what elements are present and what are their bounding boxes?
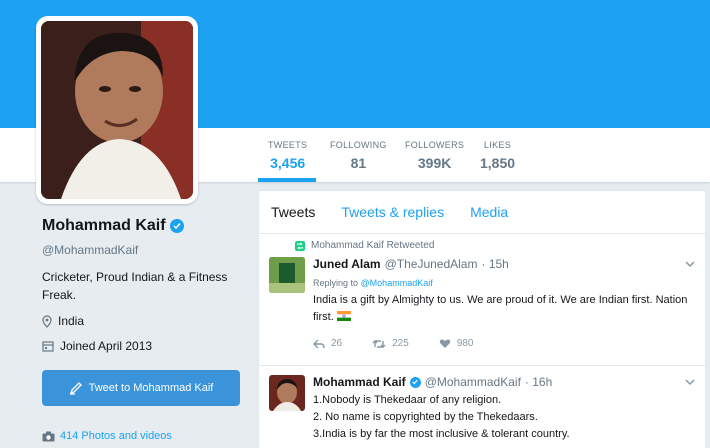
india-flag-icon xyxy=(336,311,351,321)
profile-avatar[interactable] xyxy=(36,16,198,204)
avatar-photo xyxy=(41,21,193,199)
profile-location: India xyxy=(42,314,84,328)
tweet-author-name[interactable]: Mohammad Kaif xyxy=(313,375,406,389)
stat-likes[interactable]: LIKES 1,850 xyxy=(480,140,515,171)
like-count: 980 xyxy=(456,338,474,349)
reply-count: 26 xyxy=(331,338,343,349)
tweet-text-line: 3.India is by far the most inclusive & t… xyxy=(313,428,570,440)
replying-prefix: Replying to xyxy=(313,278,359,288)
compose-icon xyxy=(69,382,82,395)
location-pin-icon xyxy=(42,314,52,328)
tab-media[interactable]: Media xyxy=(470,204,508,220)
like-action[interactable]: 980 xyxy=(439,338,474,349)
chevron-down-icon[interactable] xyxy=(685,377,695,387)
verified-badge-icon xyxy=(409,376,421,388)
tweet-text-line: India is a gift by Almighty to us. We ar… xyxy=(313,294,688,306)
stat-label: LIKES xyxy=(484,140,512,150)
stat-label: FOLLOWERS xyxy=(405,140,465,150)
retweet-action[interactable]: 225 xyxy=(372,338,409,349)
timeline-tabs: Tweets Tweets & replies Media xyxy=(259,191,705,234)
tweet-text-line: first. xyxy=(313,311,334,323)
tweet-author-handle[interactable]: @TheJunedAlam xyxy=(385,257,478,271)
reply-icon xyxy=(313,339,325,348)
tweet-header: Mohammad Kaif @MohammadKaif · 16h xyxy=(313,375,552,389)
timeline: Tweets Tweets & replies Media Mohammad K… xyxy=(258,190,706,448)
tweet-header: Juned Alam @TheJunedAlam · 15h xyxy=(313,257,509,271)
stat-value: 399K xyxy=(417,155,452,171)
stat-label: TWEETS xyxy=(268,140,308,150)
retweet-count: 225 xyxy=(392,338,409,349)
chevron-down-icon[interactable] xyxy=(685,259,695,269)
stat-tweets[interactable]: TWEETS 3,456 xyxy=(268,140,307,171)
profile-name[interactable]: Mohammad Kaif xyxy=(42,217,166,235)
stat-value: 3,456 xyxy=(270,155,306,171)
tweet-avatar[interactable] xyxy=(269,375,305,411)
tweet-time[interactable]: · 16h xyxy=(525,375,552,389)
tweet-to-button[interactable]: Tweet to Mohammad Kaif xyxy=(42,370,240,406)
active-stat-indicator xyxy=(258,178,316,182)
photos-label: 414 Photos and videos xyxy=(60,430,172,442)
stat-value: 81 xyxy=(350,155,367,171)
stat-following[interactable]: FOLLOWING 81 xyxy=(330,140,387,171)
tweet-item[interactable]: Mohammad Kaif Retweeted Juned Alam @TheJ… xyxy=(259,235,705,366)
tweet-item[interactable]: Mohammad Kaif @MohammadKaif · 16h 1.Nobo… xyxy=(259,367,705,448)
replying-to: Replying to @MohammadKaif xyxy=(313,278,433,288)
heart-icon xyxy=(439,339,451,348)
location-text: India xyxy=(58,314,85,328)
tweet-text-line: 2. No name is copyrighted by the Thekeda… xyxy=(313,411,538,423)
tweet-to-label: Tweet to Mohammad Kaif xyxy=(88,382,214,394)
tweet-text: India is a gift by Almighty to us. We ar… xyxy=(313,292,689,326)
tweet-avatar[interactable] xyxy=(269,257,305,293)
retweet-icon xyxy=(295,240,305,251)
tweet-author-handle[interactable]: @MohammadKaif xyxy=(425,375,521,389)
tweet-author-name[interactable]: Juned Alam xyxy=(313,257,381,271)
calendar-icon xyxy=(42,341,54,352)
camera-icon xyxy=(42,431,55,441)
retweet-icon xyxy=(372,339,386,348)
profile-name-row: Mohammad Kaif xyxy=(42,217,184,235)
profile-handle[interactable]: @MohammadKaif xyxy=(42,243,138,257)
tab-tweets[interactable]: Tweets xyxy=(271,204,315,220)
photos-videos-link[interactable]: 414 Photos and videos xyxy=(42,430,172,442)
profile-bio: Cricketer, Proud Indian & a Fitness Frea… xyxy=(42,270,228,302)
verified-badge-icon xyxy=(169,219,184,233)
profile-joined: Joined April 2013 xyxy=(42,339,152,353)
stat-followers[interactable]: FOLLOWERS 399K xyxy=(405,140,464,171)
reply-action[interactable]: 26 xyxy=(313,338,342,349)
replying-to-link[interactable]: @MohammadKaif xyxy=(361,278,433,288)
retweet-context-text[interactable]: Mohammad Kaif Retweeted xyxy=(311,240,434,251)
tweet-actions: 26 225 980 xyxy=(313,338,474,349)
stat-value: 1,850 xyxy=(480,155,516,171)
joined-text: Joined April 2013 xyxy=(60,339,153,353)
tweet-text-line: 1.Nobody is Thekedaar of any religion. xyxy=(313,394,502,406)
tweet-time[interactable]: · 15h xyxy=(481,257,508,271)
retweet-context: Mohammad Kaif Retweeted xyxy=(295,240,434,251)
stat-label: FOLLOWING xyxy=(330,140,387,150)
tab-tweets-replies[interactable]: Tweets & replies xyxy=(341,204,444,220)
tweet-text: 1.Nobody is Thekedaar of any religion. 2… xyxy=(313,392,689,443)
